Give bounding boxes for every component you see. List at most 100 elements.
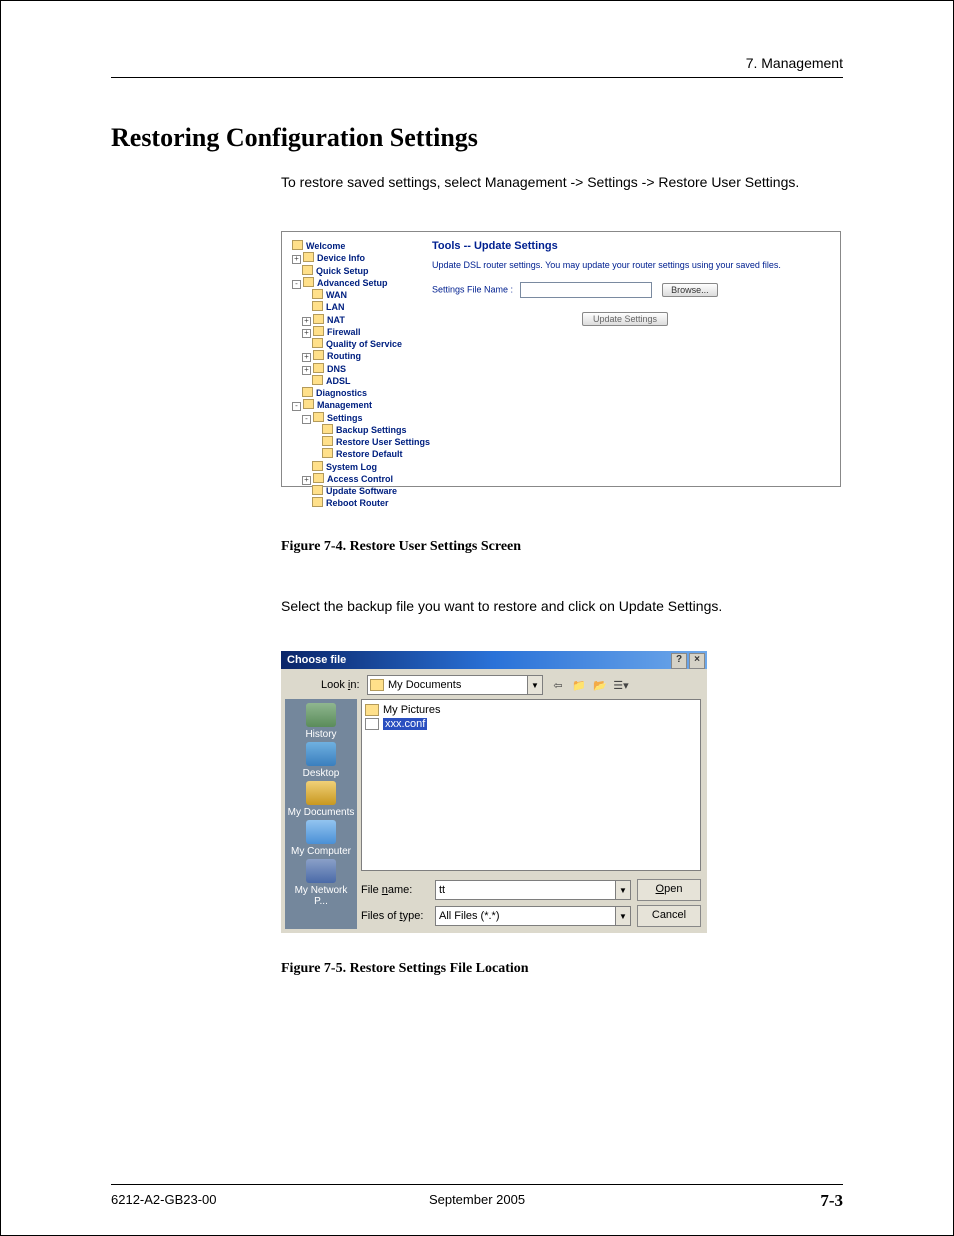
update-settings-button[interactable]: Update Settings (582, 312, 668, 326)
tree-settings[interactable]: -Settings (292, 412, 432, 424)
footer-rule (111, 1184, 843, 1185)
cancel-button[interactable]: Cancel (637, 905, 701, 927)
tree-dns[interactable]: + DNS (292, 363, 432, 375)
tree-collapse-icon[interactable]: - (302, 415, 311, 424)
panel-title: Tools -- Update Settings (432, 240, 832, 252)
tree-device-info-label: Device Info (317, 253, 365, 263)
figure-choose-file-dialog: Choose file ? × Look in: My Documents ▼ … (281, 651, 707, 933)
views-icon[interactable]: ☰▾ (612, 676, 630, 694)
tree-welcome[interactable]: Welcome (292, 240, 432, 252)
file-item-xxxconf[interactable]: xxx.conf (365, 717, 697, 731)
tree-advanced-setup[interactable]: -Advanced Setup (292, 277, 432, 289)
dropdown-arrow-icon[interactable]: ▼ (527, 676, 542, 694)
folder-icon (312, 485, 323, 495)
filename-label: File name: (361, 884, 429, 896)
tree-firewall[interactable]: + Firewall (292, 326, 432, 338)
tree-qos[interactable]: Quality of Service (292, 338, 432, 350)
dropdown-arrow-icon[interactable]: ▼ (615, 881, 630, 899)
tree-quick-setup[interactable]: Quick Setup (292, 265, 432, 277)
tree-expand-icon[interactable]: + (302, 317, 311, 326)
filename-input[interactable]: tt ▼ (435, 880, 631, 900)
tree-firewall-label: Firewall (327, 327, 361, 337)
tree-update-software-label: Update Software (326, 486, 397, 496)
tree-access-control[interactable]: +Access Control (292, 473, 432, 485)
place-history[interactable]: History (287, 703, 355, 740)
place-mynetwork[interactable]: My Network P... (287, 859, 355, 907)
tree-reboot-router[interactable]: Reboot Router (292, 497, 432, 509)
select-paragraph: Select the backup file you want to resto… (281, 597, 813, 616)
folder-icon (312, 375, 323, 385)
file-list[interactable]: My Pictures xxx.conf (361, 699, 701, 871)
settings-file-input[interactable] (520, 282, 652, 298)
lookin-label: Look in: (321, 679, 361, 691)
tree-restore-default[interactable]: Restore Default (292, 448, 432, 460)
file-item-label: xxx.conf (385, 718, 425, 730)
dialog-toolbar: ⇦ 📁 📂 ☰▾ (549, 676, 630, 694)
tree-diagnostics[interactable]: Diagnostics (292, 387, 432, 399)
tree-nat[interactable]: + NAT (292, 314, 432, 326)
tree-expand-icon[interactable]: + (302, 329, 311, 338)
file-icon (365, 718, 379, 730)
tree-system-log[interactable]: System Log (292, 461, 432, 473)
dropdown-arrow-icon[interactable]: ▼ (615, 907, 630, 925)
tree-collapse-icon[interactable]: - (292, 280, 301, 289)
place-mycomputer[interactable]: My Computer (287, 820, 355, 857)
folder-icon (303, 399, 314, 409)
place-mynetwork-label: My Network P... (295, 885, 348, 907)
tree-management[interactable]: - Management (292, 399, 432, 411)
settings-file-row: Settings File Name : Browse... (432, 282, 832, 298)
file-item-label: My Pictures (383, 704, 440, 716)
tree-backup-label: Backup Settings (336, 425, 407, 435)
back-icon[interactable]: ⇦ (549, 676, 567, 694)
tree-device-info[interactable]: + Device Info (292, 252, 432, 264)
tree-wan[interactable]: WAN (292, 289, 432, 301)
tree-expand-icon[interactable]: + (302, 476, 311, 485)
footer-date: September 2005 (1, 1192, 953, 1207)
nav-tree: Welcome + Device Info Quick Setup -Advanc… (292, 240, 432, 510)
tree-quick-setup-label: Quick Setup (316, 266, 369, 276)
file-item-selected: xxx.conf (383, 718, 427, 730)
folder-icon (312, 497, 323, 507)
tree-routing[interactable]: + Routing (292, 350, 432, 362)
tree-management-label: Management (317, 400, 372, 410)
tree-adsl[interactable]: ADSL (292, 375, 432, 387)
tree-restore-user-settings[interactable]: Restore User Settings (292, 436, 432, 448)
tree-dns-label: DNS (327, 364, 346, 374)
help-button[interactable]: ? (671, 653, 687, 669)
close-button[interactable]: × (689, 653, 705, 669)
tree-collapse-icon[interactable]: - (292, 402, 301, 411)
filename-value: tt (439, 884, 445, 896)
dialog-body: Look in: My Documents ▼ ⇦ 📁 📂 ☰▾ History… (281, 669, 707, 933)
filetype-label: Files of type: (361, 910, 429, 922)
tree-backup-settings[interactable]: Backup Settings (292, 424, 432, 436)
filetype-select[interactable]: All Files (*.*) ▼ (435, 906, 631, 926)
dialog-title: Choose file (287, 654, 346, 666)
new-folder-icon[interactable]: 📂 (591, 676, 609, 694)
file-item-mypictures[interactable]: My Pictures (365, 703, 697, 717)
folder-icon (313, 314, 324, 324)
folder-icon (313, 473, 324, 483)
tree-update-software[interactable]: Update Software (292, 485, 432, 497)
tree-qos-label: Quality of Service (326, 339, 402, 349)
tree-nat-label: NAT (327, 315, 345, 325)
lookin-select[interactable]: My Documents ▼ (367, 675, 543, 695)
tree-routing-label: Routing (327, 351, 361, 361)
desktop-icon (306, 742, 336, 766)
place-mydocuments[interactable]: My Documents (287, 781, 355, 818)
filetype-value: All Files (*.*) (439, 910, 500, 922)
filetype-row: Files of type: All Files (*.*) ▼ Cancel (361, 905, 701, 927)
dialog-titlebar[interactable]: Choose file ? × (281, 651, 707, 669)
figure-update-settings: Welcome + Device Info Quick Setup -Advanc… (281, 231, 841, 487)
open-button[interactable]: Open (637, 879, 701, 901)
tree-expand-icon[interactable]: + (302, 366, 311, 375)
place-desktop[interactable]: Desktop (287, 742, 355, 779)
tree-lan[interactable]: LAN (292, 301, 432, 313)
folder-icon (312, 338, 323, 348)
folder-icon (312, 289, 323, 299)
browse-button[interactable]: Browse... (662, 283, 718, 297)
tree-diagnostics-label: Diagnostics (316, 388, 367, 398)
tree-expand-icon[interactable]: + (302, 353, 311, 362)
tree-expand-icon[interactable]: + (292, 255, 301, 264)
tree-adsl-label: ADSL (326, 376, 351, 386)
up-folder-icon[interactable]: 📁 (570, 676, 588, 694)
